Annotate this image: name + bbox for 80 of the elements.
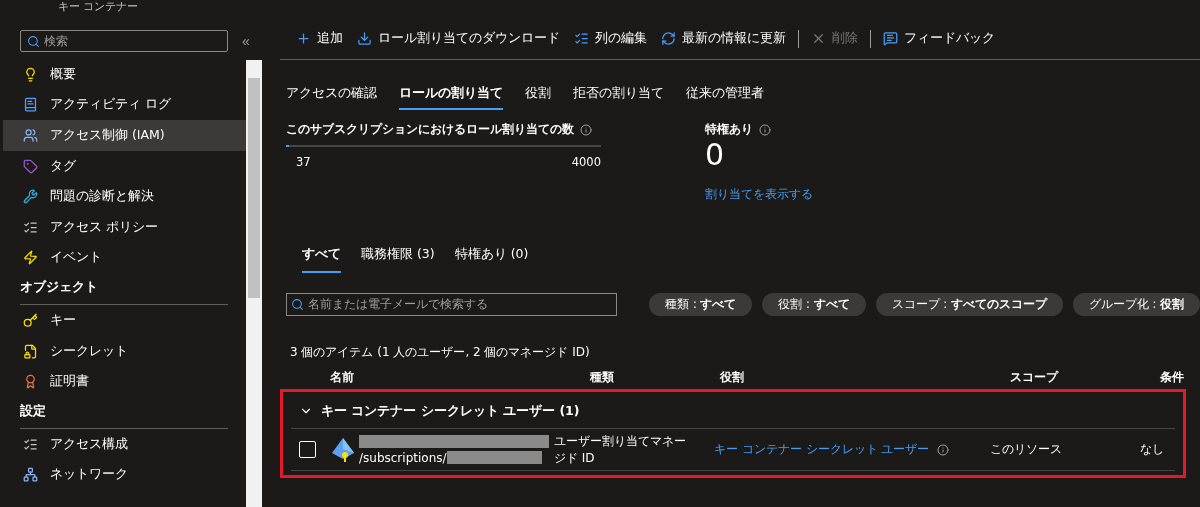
table-cell-text: ユーザー割り当てマネージド ID xyxy=(554,432,687,467)
filter-pill[interactable]: スコープ : すべてのスコープ xyxy=(875,293,1063,316)
filter-pill[interactable]: 種類 : すべて xyxy=(649,293,753,316)
search-field[interactable]: 検索 xyxy=(20,30,228,52)
section-heading: オブジェクト xyxy=(20,279,228,306)
network-icon xyxy=(23,467,38,483)
scrollbar-thumb[interactable] xyxy=(248,78,260,298)
filter-pill[interactable]: グループ化 : 役割 xyxy=(1072,293,1200,316)
table-cell-text: なし xyxy=(1140,441,1165,458)
filter-pill[interactable]: 役割 : すべて xyxy=(762,293,866,316)
feedback-icon xyxy=(883,31,898,46)
nav-item[interactable]: 概要 xyxy=(3,59,246,90)
tag-icon xyxy=(23,158,38,174)
notebook-icon xyxy=(23,97,38,113)
columns-icon xyxy=(574,31,589,46)
nav-item[interactable]: タグ xyxy=(3,150,246,182)
row-checkbox[interactable] xyxy=(299,441,316,458)
checklist-icon xyxy=(23,436,38,452)
plus-icon xyxy=(296,31,311,46)
search-icon xyxy=(291,298,304,311)
wrench-icon xyxy=(23,189,38,205)
nav-item[interactable]: アクセス構成 xyxy=(3,428,246,460)
stat-title: このサブスクリプションにおけるロール割り当ての数 xyxy=(286,122,574,137)
max-count: 4000 xyxy=(571,155,601,169)
tab[interactable]: 役割 xyxy=(525,80,551,110)
search-field[interactable]: 名前または電子メールで検索する xyxy=(286,293,618,316)
refresh-icon xyxy=(661,31,676,46)
tab[interactable]: ロールの割り当て xyxy=(399,80,503,110)
toolbar-button[interactable]: フィードバック xyxy=(877,30,1001,47)
lightbulb-icon xyxy=(23,66,38,82)
key-icon xyxy=(23,312,38,328)
info-icon[interactable] xyxy=(759,123,771,136)
stat-title: 特権あり xyxy=(705,122,753,137)
checklist-icon xyxy=(23,219,38,235)
collapse-button[interactable]: « xyxy=(242,33,250,49)
toolbar-button[interactable]: 追加 xyxy=(290,30,349,47)
toolbar-button[interactable]: 最新の情報に更新 xyxy=(655,30,792,47)
nav-item[interactable]: キー xyxy=(3,305,246,336)
download-icon xyxy=(357,31,372,46)
item-count: 3 個のアイテム (1 人のユーザー, 2 個のマネージド ID) xyxy=(289,344,591,361)
scrollbar[interactable] xyxy=(246,60,262,507)
filter-tab[interactable]: 職務権限 (3) xyxy=(361,242,435,273)
nav-item[interactable]: イベント xyxy=(3,242,246,274)
info-icon[interactable] xyxy=(937,443,950,456)
lightning-icon xyxy=(23,250,38,266)
managed-identity-icon xyxy=(331,436,355,463)
column-header[interactable]: スコープ xyxy=(1010,369,1160,389)
current-count: 37 xyxy=(296,155,311,169)
nav-item[interactable]: シークレット xyxy=(3,335,246,367)
certificate-icon xyxy=(23,374,38,390)
nav-item[interactable]: ネットワーク xyxy=(3,459,246,491)
info-icon[interactable] xyxy=(580,123,592,136)
tab[interactable]: アクセスの確認 xyxy=(286,80,377,110)
close-icon xyxy=(811,31,826,46)
nav-item[interactable]: アクセス制御 (IAM) xyxy=(3,120,246,151)
scope-path: /subscriptions/ xyxy=(359,450,447,465)
filter-tab[interactable]: 特権あり (0) xyxy=(454,242,529,273)
table-cell-text: このリソース xyxy=(990,441,1063,458)
role-link[interactable]: キー コンテナー シークレット ユーザー xyxy=(714,441,930,458)
resource-title: キー コンテナー xyxy=(58,0,139,13)
section-heading: 設定 xyxy=(20,402,228,429)
tab[interactable]: 従来の管理者 xyxy=(686,80,764,110)
column-header[interactable]: 名前 xyxy=(330,369,590,389)
column-header[interactable]: 条件 xyxy=(1160,369,1200,389)
view-assignments-link[interactable]: 割り当てを表示する xyxy=(705,186,813,203)
people-icon xyxy=(23,128,38,143)
search-icon xyxy=(27,34,40,48)
filter-tab[interactable]: すべて xyxy=(302,242,341,273)
column-header[interactable]: 種類 xyxy=(590,369,720,389)
column-header[interactable]: 役割 xyxy=(720,369,1010,389)
tab[interactable]: 拒否の割り当て xyxy=(573,80,664,110)
lock-document-icon xyxy=(23,343,38,359)
group-header[interactable]: キー コンテナー シークレット ユーザー (1) xyxy=(291,394,1175,429)
nav-item[interactable]: 証明書 xyxy=(3,366,246,397)
stat-value: 0 xyxy=(705,137,726,172)
nav-item[interactable]: アクセス ポリシー xyxy=(3,211,246,243)
nav-item[interactable]: 問題の診断と解決 xyxy=(3,181,246,212)
toolbar-button[interactable]: ロール割り当てのダウンロード xyxy=(351,30,566,47)
toolbar-button[interactable]: 列の編集 xyxy=(568,30,653,47)
nav-item[interactable]: アクティビティ ログ xyxy=(3,89,246,121)
